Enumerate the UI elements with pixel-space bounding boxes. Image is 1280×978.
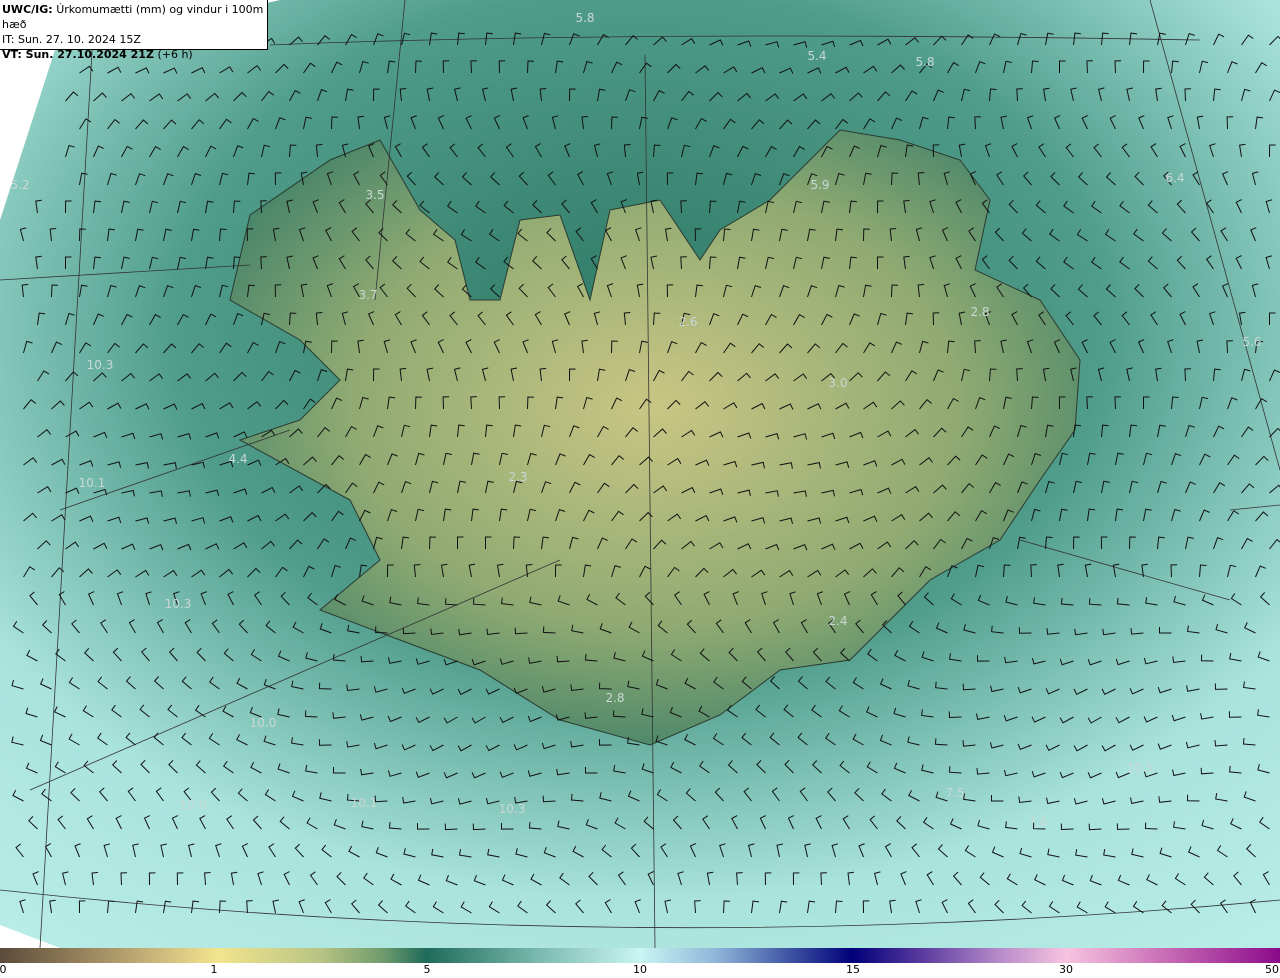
map-value-label: 2.8 (970, 305, 989, 319)
map-value-label: 10.3 (165, 597, 192, 611)
initial-time: IT: Sun. 27. 10. 2024 15Z (2, 33, 141, 46)
colorbar-tick: 50 (1265, 963, 1279, 976)
map-value-label: 2.3 (508, 470, 527, 484)
map-value-label: 2.6 (678, 315, 697, 329)
map-value-label: 10.3 (499, 802, 526, 816)
map-value-label: 5.9 (810, 178, 829, 192)
map-value-label: 7.5 (945, 786, 964, 800)
colorbar-tick: 0 (0, 963, 7, 976)
map-value-label: 10.1 (79, 476, 106, 490)
map-value-label: 10.0 (250, 716, 277, 730)
valid-offset: (+6 h) (157, 48, 193, 61)
map-value-label: 5.6 (1242, 335, 1261, 349)
map-value-label: 3.7 (358, 288, 377, 302)
map-value-label: 10.0 (180, 798, 207, 812)
map-value-label: 3.0 (828, 376, 847, 390)
colorbar-tick: 15 (846, 963, 860, 976)
map-value-label: 2.8 (605, 691, 624, 705)
colorbar-tick: 30 (1059, 963, 1073, 976)
model-name: UWC/IG: (2, 3, 53, 16)
map-value-label: 10.5 (1127, 761, 1154, 775)
colorbar-labels: 0 1 5 10 15 30 50 (0, 963, 1280, 978)
map-value-label: 2.4 (828, 614, 847, 628)
valid-time: VT: Sun. 27.10.2024 21Z (2, 48, 154, 61)
colorbar-tick: 10 (633, 963, 647, 976)
colorbar-tick: 5 (423, 963, 431, 976)
colorbar-tick: 1 (210, 963, 218, 976)
map-value-label: 10.1 (351, 796, 378, 810)
map-value-label: 5.4 (807, 49, 826, 63)
weather-map: 5.8 5.4 5.8 5.2 3.5 5.9 6.4 3.7 2.6 2.8 5.6 10.3 3.0… (0, 0, 1280, 948)
colorbar (0, 948, 1280, 963)
map-value-label: 4.4 (228, 452, 247, 466)
map-value-label: 6.4 (1165, 171, 1184, 185)
title-box: UWC/IG: Úrkomumætti (mm) og vindur i 100… (0, 0, 268, 61)
map-value-label: 5.8 (915, 55, 934, 69)
map-value-label: 7.6 (1028, 815, 1047, 829)
map-value-label: 10.3 (87, 358, 114, 372)
map-value-label: 5.8 (575, 11, 594, 25)
map-value-label: 5.2 (10, 178, 29, 192)
map-value-label: 3.5 (365, 188, 384, 202)
